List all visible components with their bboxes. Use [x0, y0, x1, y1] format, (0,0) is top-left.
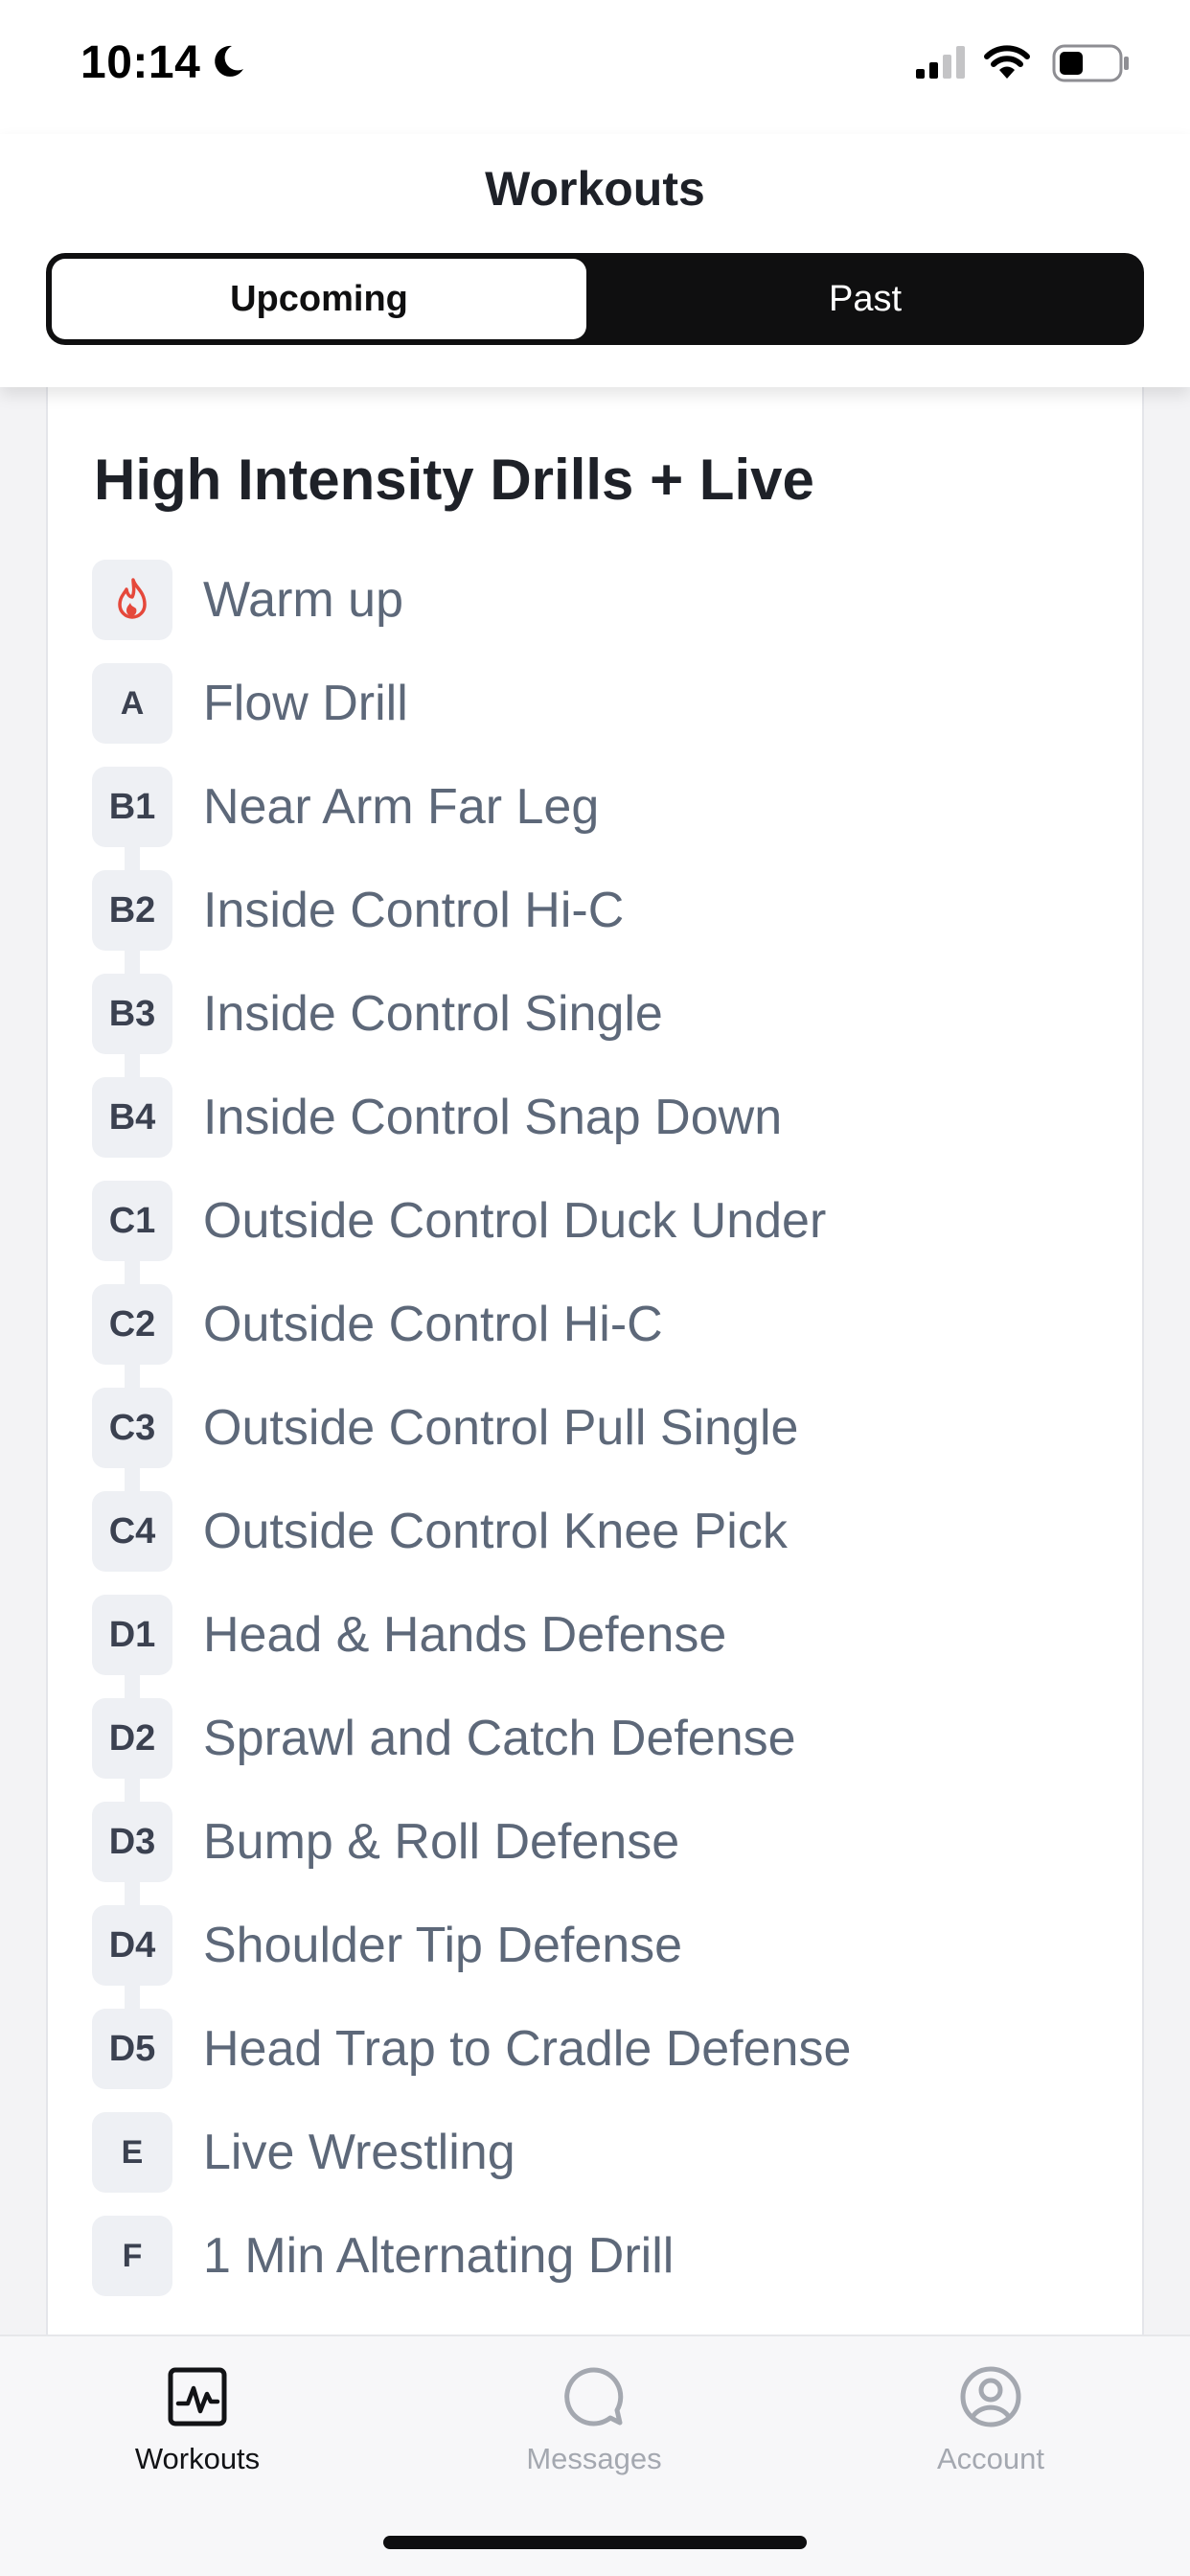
- exercise-badge: C4: [92, 1491, 172, 1572]
- flame-icon: [118, 578, 147, 619]
- exercise-row[interactable]: B3 Inside Control Single: [92, 974, 1108, 1081]
- exercise-row[interactable]: D1 Head & Hands Defense: [92, 1595, 1108, 1702]
- exercise-badge: C3: [92, 1388, 172, 1468]
- exercise-badge: D5: [92, 2009, 172, 2089]
- exercise-name: 1 Min Alternating Drill: [203, 2228, 675, 2284]
- tab-label: Account: [936, 2442, 1044, 2475]
- exercise-badge: D3: [92, 1802, 172, 1882]
- exercise-name: Warm up: [203, 572, 403, 628]
- exercise-row[interactable]: C4 Outside Control Knee Pick: [92, 1491, 1108, 1595]
- user-circle-icon: [960, 2366, 1021, 2427]
- tab-workouts[interactable]: Workouts: [54, 2336, 341, 2509]
- exercise-badge: [92, 560, 172, 640]
- exercise-row[interactable]: B2 Inside Control Hi-C: [92, 870, 1108, 978]
- exercise-name: Inside Control Single: [203, 986, 663, 1042]
- exercise-badge: C2: [92, 1284, 172, 1365]
- exercise-row[interactable]: C3 Outside Control Pull Single: [92, 1388, 1108, 1495]
- workouts-segmented-control: Upcoming Past: [46, 253, 1144, 345]
- tab-label: Workouts: [134, 2442, 261, 2475]
- exercise-badge: B3: [92, 974, 172, 1054]
- activity-icon: [168, 2367, 227, 2426]
- status-bar: 10:14: [0, 0, 1190, 134]
- exercise-row[interactable]: C2 Outside Control Hi-C: [92, 1284, 1108, 1392]
- exercise-name: Outside Control Hi-C: [203, 1297, 663, 1352]
- home-indicator: [383, 2536, 807, 2549]
- exercise-name: Outside Control Duck Under: [203, 1193, 827, 1249]
- exercise-row[interactable]: D4 Shoulder Tip Defense: [92, 1905, 1108, 2012]
- exercise-badge: F: [92, 2216, 172, 2296]
- exercise-list: Warm up A Flow Drill B1 Near Arm Far Leg…: [92, 560, 1108, 2319]
- moon-icon: [215, 45, 243, 77]
- exercise-name: Inside Control Snap Down: [203, 1090, 783, 1145]
- exercise-badge: D2: [92, 1698, 172, 1779]
- exercise-badge: C1: [92, 1181, 172, 1261]
- exercise-name: Outside Control Knee Pick: [203, 1504, 788, 1559]
- exercise-row[interactable]: B1 Near Arm Far Leg: [92, 767, 1108, 874]
- exercise-badge: A: [92, 663, 172, 744]
- exercise-name: Head Trap to Cradle Defense: [203, 2021, 852, 2077]
- exercise-name: Head & Hands Defense: [203, 1607, 727, 1663]
- exercise-row[interactable]: F 1 Min Alternating Drill: [92, 2216, 1108, 2319]
- cellular-signal-icon: [916, 46, 965, 79]
- exercise-name: Near Arm Far Leg: [203, 779, 600, 835]
- exercise-badge: D1: [92, 1595, 172, 1675]
- battery-icon: [1052, 44, 1129, 82]
- exercise-row[interactable]: Warm up: [92, 560, 1108, 663]
- exercise-row[interactable]: A Flow Drill: [92, 663, 1108, 767]
- exercise-name: Live Wrestling: [203, 2125, 515, 2180]
- exercise-badge: B2: [92, 870, 172, 951]
- exercise-name: Bump & Roll Defense: [203, 1814, 680, 1870]
- exercise-name: Sprawl and Catch Defense: [203, 1711, 796, 1766]
- exercise-name: Shoulder Tip Defense: [203, 1918, 683, 1973]
- tab-account[interactable]: Account: [847, 2336, 1134, 2509]
- chat-bubble-icon: [564, 2367, 624, 2426]
- tab-past[interactable]: Past: [592, 259, 1138, 339]
- exercise-row[interactable]: D2 Sprawl and Catch Defense: [92, 1698, 1108, 1806]
- header: Workouts Upcoming Past: [0, 134, 1190, 387]
- status-time: 10:14: [80, 37, 201, 88]
- exercise-badge: D4: [92, 1905, 172, 1986]
- exercise-name: Flow Drill: [203, 676, 408, 731]
- tab-upcoming[interactable]: Upcoming: [52, 259, 586, 339]
- workout-card[interactable]: High Intensity Drills + Live Warm up A F…: [46, 364, 1144, 2358]
- tab-messages[interactable]: Messages: [450, 2336, 738, 2509]
- exercise-badge: B4: [92, 1077, 172, 1158]
- workout-title: High Intensity Drills + Live: [94, 448, 814, 512]
- tab-label: Messages: [526, 2442, 662, 2475]
- exercise-name: Outside Control Pull Single: [203, 1400, 799, 1456]
- exercise-row[interactable]: E Live Wrestling: [92, 2112, 1108, 2216]
- exercise-name: Inside Control Hi-C: [203, 883, 625, 938]
- page-title: Workouts: [485, 162, 705, 216]
- wifi-icon: [984, 45, 1030, 79]
- exercise-row[interactable]: D5 Head Trap to Cradle Defense: [92, 2009, 1108, 2112]
- exercise-row[interactable]: B4 Inside Control Snap Down: [92, 1077, 1108, 1181]
- app-screen: 10:14 Workouts Upcoming Past High Intens…: [0, 0, 1190, 2576]
- exercise-row[interactable]: C1 Outside Control Duck Under: [92, 1181, 1108, 1288]
- exercise-badge: B1: [92, 767, 172, 847]
- exercise-badge: E: [92, 2112, 172, 2193]
- exercise-row[interactable]: D3 Bump & Roll Defense: [92, 1802, 1108, 1909]
